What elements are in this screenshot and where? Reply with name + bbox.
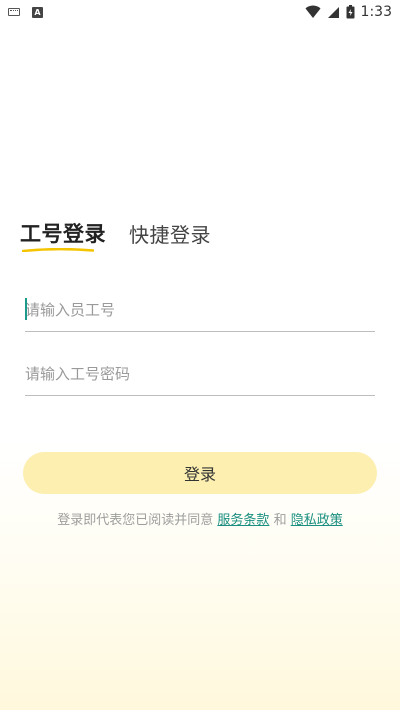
status-bar: A 1:33: [0, 0, 400, 24]
login-button-label: 登录: [183, 465, 216, 484]
employee-id-field-wrapper: [25, 292, 375, 332]
text-cursor: [25, 298, 27, 320]
tab-quick-login-label: 快捷登录: [129, 223, 211, 247]
signal-icon: [327, 6, 339, 18]
login-button[interactable]: 登录: [23, 452, 377, 494]
accessibility-a-icon: A: [32, 6, 43, 18]
employee-id-input[interactable]: [25, 292, 375, 328]
keyboard-icon: [8, 8, 20, 16]
status-right: 1:33: [305, 4, 392, 20]
password-input[interactable]: [25, 356, 375, 392]
agreement-prefix: 登录即代表您已阅读并同意: [57, 513, 214, 528]
terms-of-service-link[interactable]: 服务条款: [217, 513, 269, 528]
tab-employee-login-label: 工号登录: [20, 222, 106, 246]
login-tabs: 工号登录 快捷登录: [20, 218, 211, 252]
tab-quick-login[interactable]: 快捷登录: [129, 219, 211, 248]
wifi-icon: [305, 5, 321, 18]
tab-active-underline: [22, 248, 94, 252]
status-time: 1:33: [360, 4, 392, 20]
agreement-and: 和: [273, 513, 287, 528]
battery-icon: [346, 5, 355, 19]
tab-employee-login[interactable]: 工号登录: [20, 218, 106, 252]
privacy-policy-link[interactable]: 隐私政策: [291, 513, 343, 528]
status-left: A: [8, 6, 43, 18]
agreement-text: 登录即代表您已阅读并同意 服务条款 和 隐私政策: [0, 509, 400, 528]
password-field-wrapper: [25, 356, 375, 396]
